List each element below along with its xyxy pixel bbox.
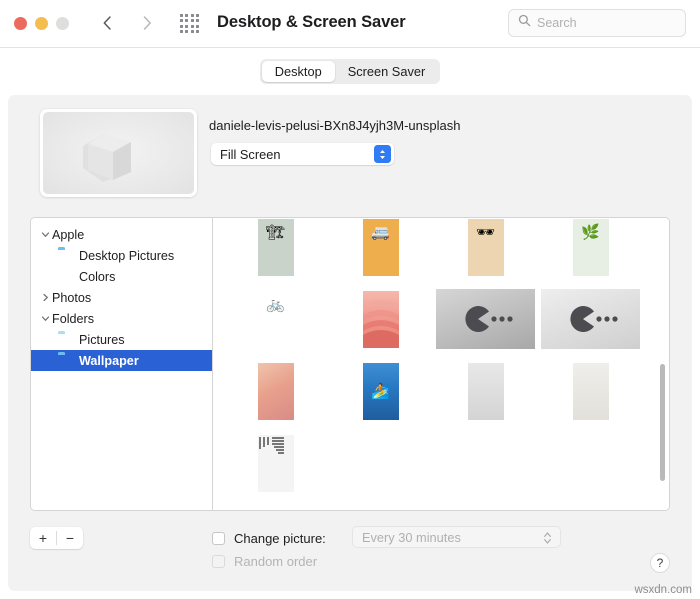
sidebar-item-photos[interactable]: Photos <box>31 287 212 308</box>
change-picture-row: Change picture: <box>212 527 326 549</box>
system-preferences-window: Desktop & Screen Saver Desktop Screen Sa… <box>0 0 700 599</box>
tab-screen-saver[interactable]: Screen Saver <box>335 61 439 82</box>
tab-bar: Desktop Screen Saver <box>0 48 700 95</box>
help-button[interactable]: ? <box>650 553 670 573</box>
fit-mode-select[interactable]: Fill Screen <box>211 143 394 165</box>
close-button[interactable] <box>14 17 27 30</box>
pacman-light-wallpaper[interactable] <box>541 289 640 349</box>
crane-wallpaper[interactable]: 🏗 <box>257 218 294 276</box>
beige-gradient-wallpaper[interactable] <box>572 362 609 420</box>
thumbnail-cell[interactable]: 🏄 <box>328 357 433 425</box>
color-wheel-icon <box>58 270 73 283</box>
thumbnail-cell[interactable] <box>538 357 643 425</box>
plant-wallpaper[interactable]: 🌿 <box>572 218 609 276</box>
wallpaper-motif-icon: 🏗 <box>265 223 286 241</box>
chevron-right-icon <box>141 15 153 31</box>
folder-icon <box>58 354 73 367</box>
lines-pattern-wallpaper[interactable] <box>257 434 294 492</box>
sidebar-item-label: Photos <box>52 290 92 305</box>
thumbnail-cell[interactable] <box>433 357 538 425</box>
thumbnail-cell[interactable]: 🏗 <box>223 218 328 281</box>
search-icon <box>518 14 531 32</box>
chevron-down-icon[interactable] <box>39 314 52 323</box>
preview-image <box>43 112 194 194</box>
surfer-wave-wallpaper[interactable]: 🏄 <box>362 362 399 420</box>
remove-folder-button[interactable]: − <box>57 527 83 549</box>
add-folder-button[interactable]: + <box>30 527 56 549</box>
back-button[interactable] <box>93 9 121 37</box>
sidebar-item-folders[interactable]: Folders <box>31 308 212 329</box>
sidebar-item-label: Pictures <box>79 332 125 347</box>
thumbnail-grid: 🏗 🚐 🕶 🌿 🚲 🏄 <box>213 218 669 510</box>
add-remove-folder-group: + − <box>30 527 83 549</box>
thumbnail-cell[interactable]: 🚐 <box>328 218 433 281</box>
change-interval-select[interactable]: Every 30 minutes <box>352 526 561 548</box>
pink-waves-wallpaper[interactable] <box>362 290 399 348</box>
random-order-label: Random order <box>234 553 318 569</box>
chevron-up-down-icon <box>374 145 391 163</box>
surfer-icon: 🏄 <box>371 382 390 400</box>
sidebar-item-pictures[interactable]: Pictures <box>31 329 212 350</box>
sidebar-item-label: Wallpaper <box>79 353 139 368</box>
search-field[interactable] <box>508 9 686 37</box>
wallpaper-filename: daniele-levis-pelusi-BXn8J4yjh3M-unsplas… <box>209 118 461 133</box>
sidebar-item-wallpaper[interactable]: Wallpaper <box>31 350 212 371</box>
desktop-preview[interactable] <box>40 109 197 197</box>
van-wallpaper[interactable]: 🚐 <box>362 218 399 276</box>
thumbnail-cell[interactable]: 🕶 <box>433 218 538 281</box>
sidebar-item-label: Folders <box>52 311 94 326</box>
random-order-row: Random order <box>212 551 317 571</box>
change-picture-checkbox[interactable] <box>212 531 225 545</box>
search-input[interactable] <box>537 16 667 30</box>
sidebar-item-apple[interactable]: Apple <box>31 224 212 245</box>
sidebar-item-label: Desktop Pictures <box>79 248 175 263</box>
thumbnail-grid-inner: 🏗 🚐 🕶 🌿 🚲 🏄 <box>213 218 669 499</box>
sidebar-item-label: Colors <box>79 269 116 284</box>
random-order-checkbox[interactable] <box>212 554 225 568</box>
thumbnail-cell[interactable] <box>223 429 328 497</box>
content-panel: daniele-levis-pelusi-BXn8J4yjh3M-unsplas… <box>8 95 692 591</box>
chevron-down-icon[interactable] <box>39 230 52 239</box>
thumbnail-cell[interactable] <box>538 285 643 353</box>
sidebar-item-desktop-pictures[interactable]: Desktop Pictures <box>31 245 212 266</box>
sunglasses-wallpaper[interactable]: 🕶 <box>467 218 504 276</box>
thumbnail-cell[interactable]: 🌿 <box>538 218 643 281</box>
bicycle-wallpaper[interactable]: 🚲 <box>257 290 294 348</box>
chevron-up-down-icon <box>543 531 552 550</box>
wallpaper-motif-icon: 🌿 <box>581 223 600 241</box>
sidebar-item-label: Apple <box>52 227 85 242</box>
sidebar-item-colors[interactable]: Colors <box>31 266 212 287</box>
wallpaper-browser: Apple Desktop Pictures Colors Photos Fol… <box>30 217 670 511</box>
pacman-gray-wallpaper[interactable] <box>436 289 535 349</box>
chevron-right-icon[interactable] <box>39 293 52 302</box>
title-bar: Desktop & Screen Saver <box>0 0 700 48</box>
thumbnail-cell[interactable] <box>223 357 328 425</box>
change-picture-label: Change picture: <box>234 530 326 546</box>
tab-group: Desktop Screen Saver <box>259 59 441 84</box>
forward-button[interactable] <box>133 9 161 37</box>
wallpaper-motif-icon: 🚐 <box>371 223 390 241</box>
cube-illustration-icon <box>83 134 131 182</box>
chevron-left-icon <box>101 15 113 31</box>
minimize-button[interactable] <box>35 17 48 30</box>
tab-desktop[interactable]: Desktop <box>261 61 335 82</box>
zoom-button[interactable] <box>56 17 69 30</box>
folder-icon <box>58 249 73 262</box>
thumbnail-cell[interactable] <box>433 285 538 353</box>
thumbnail-cell[interactable] <box>328 285 433 353</box>
change-interval-value: Every 30 minutes <box>362 529 461 545</box>
fit-mode-label: Fill Screen <box>220 146 281 162</box>
peach-gradient-wallpaper[interactable] <box>257 362 294 420</box>
gray-gradient-wallpaper[interactable] <box>467 362 504 420</box>
scrollbar-thumb[interactable] <box>659 364 665 481</box>
wallpaper-motif-icon: 🚲 <box>266 295 285 313</box>
wallpaper-motif-icon: 🕶 <box>475 223 496 241</box>
page-title: Desktop & Screen Saver <box>217 13 406 31</box>
grid-scrollbar[interactable] <box>657 220 667 510</box>
watermark: wsxdn.com <box>634 584 692 596</box>
thumbnail-cell[interactable]: 🚲 <box>223 285 328 353</box>
show-all-preferences-button[interactable] <box>180 14 200 34</box>
source-list: Apple Desktop Pictures Colors Photos Fol… <box>31 218 213 510</box>
folder-icon <box>58 333 73 346</box>
